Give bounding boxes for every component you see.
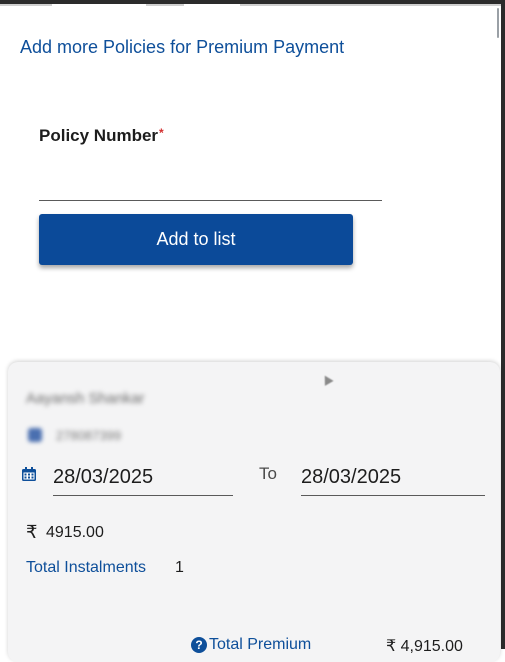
- total-premium-label[interactable]: Total Premium: [209, 636, 311, 654]
- scrollbar-thumb[interactable]: [497, 8, 499, 38]
- total-premium-value: ₹ 4,915.00: [386, 638, 463, 655]
- tab-indicator: [146, 4, 184, 6]
- rupee-icon: ₹: [26, 522, 38, 542]
- total-instalments-label: Total Instalments: [26, 559, 147, 576]
- shield-icon: [28, 428, 42, 442]
- add-to-list-button[interactable]: Add to list: [39, 214, 353, 265]
- total-instalments-value: 1: [175, 559, 184, 576]
- tab-indicator: [240, 4, 505, 6]
- section-title: Add more Policies for Premium Payment: [20, 37, 345, 57]
- policy-number-label: Policy Number*: [39, 126, 164, 146]
- policy-card: [8, 362, 500, 662]
- calendar-icon[interactable]: [21, 466, 37, 482]
- policy-holder-name: Aayansh Shankar: [26, 390, 145, 407]
- policy-number-input[interactable]: [39, 168, 382, 201]
- policy-card-number: 278087399: [56, 428, 122, 443]
- tab-indicator: [0, 4, 52, 6]
- required-asterisk: *: [159, 126, 164, 140]
- premium-amount: 4915.00: [46, 524, 104, 541]
- date-from-input[interactable]: [53, 459, 233, 496]
- to-label: To: [259, 464, 277, 483]
- date-to-input[interactable]: [301, 459, 485, 496]
- window-edge: [501, 0, 505, 649]
- help-icon[interactable]: ?: [191, 637, 207, 653]
- policy-number-label-text: Policy Number: [39, 126, 159, 145]
